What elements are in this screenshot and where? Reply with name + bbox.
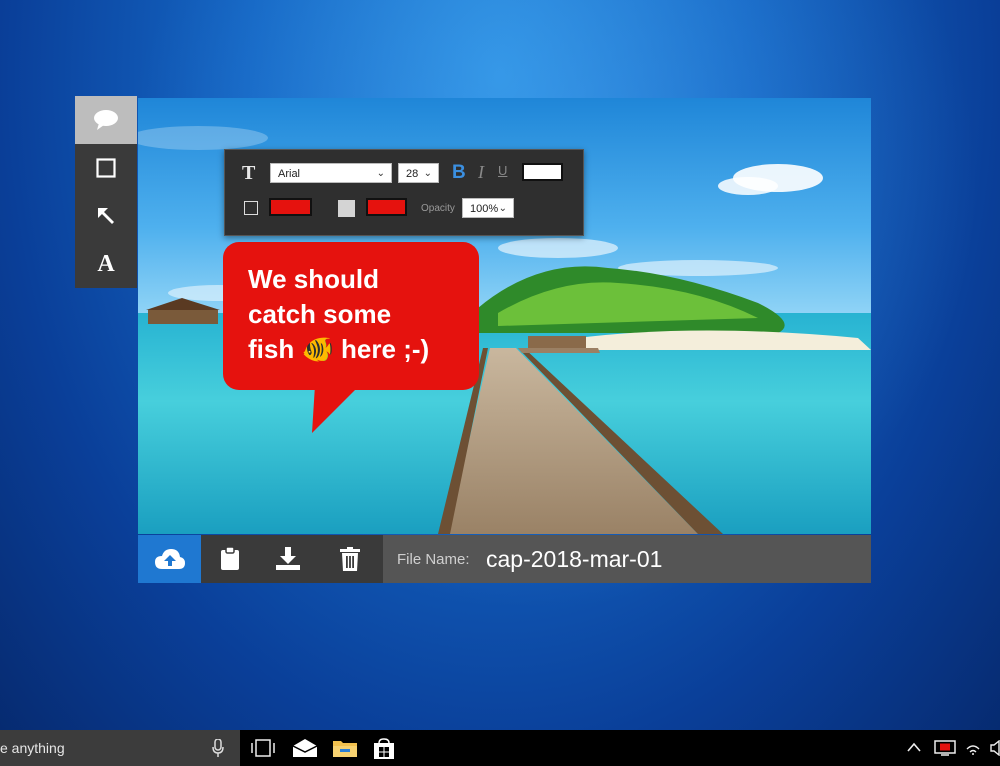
microphone-icon[interactable] [212,739,224,757]
font-family-select[interactable]: Arial ⌄ [270,163,392,183]
upload-button[interactable] [138,535,201,583]
chevron-down-icon: ⌄ [376,168,385,179]
search-placeholder: e anything [0,740,65,756]
border-color-swatch[interactable] [269,198,312,216]
text-style-icon: T [242,162,256,184]
speech-bubble-tool[interactable] [75,96,137,144]
clipboard-icon [221,547,239,570]
text-format-toolbar: T Arial ⌄ 28 ⌄ B I U Opacity 100% ⌄ [224,149,584,236]
arrow-tool[interactable] [75,192,137,240]
file-name-input[interactable]: cap-2018-mar-01 [486,546,662,573]
text-tool[interactable]: A [75,240,137,288]
underline-button[interactable]: U [498,163,507,178]
download-button[interactable] [259,535,317,583]
chevron-up-icon[interactable] [907,742,921,752]
screen-capture-tray-icon[interactable] [934,740,956,756]
taskbar-search-box[interactable]: e anything [0,730,240,766]
bold-button[interactable]: B [452,162,466,184]
rectangle-tool[interactable] [75,144,137,192]
font-size-select[interactable]: 28 ⌄ [398,163,439,183]
italic-button[interactable]: I [478,162,484,183]
bubble-text[interactable]: We should catch some fish 🐠 here ;-) [248,262,459,367]
bubble-tail [312,385,360,433]
file-name-label: File Name: [397,551,470,568]
opacity-label: Opacity [421,203,455,214]
download-icon [276,547,300,570]
annotation-tools: A [75,96,137,288]
rectangle-icon [96,158,116,178]
fill-style-icon [338,200,355,217]
chevron-down-icon: ⌄ [498,203,507,214]
speech-bubble-annotation[interactable]: We should catch some fish 🐠 here ;-) [223,242,479,390]
taskbar: e anything [0,730,1000,766]
trash-icon [340,547,360,571]
file-explorer-icon[interactable] [332,738,358,758]
chevron-down-icon: ⌄ [423,168,432,179]
task-view-icon[interactable] [250,738,276,758]
store-icon[interactable] [372,738,396,760]
arrow-icon [98,208,114,224]
text-tool-icon: A [97,250,115,277]
font-family-value: Arial [278,168,301,180]
mail-icon[interactable] [292,738,318,758]
network-icon[interactable] [966,741,980,755]
border-style-icon [244,201,258,215]
opacity-select[interactable]: 100% ⌄ [462,198,514,218]
font-size-value: 28 [406,168,419,180]
speech-bubble-icon [94,110,118,130]
fill-color-swatch[interactable] [366,198,407,216]
delete-button[interactable] [317,535,383,583]
capture-action-bar: File Name: cap-2018-mar-01 [138,535,871,583]
opacity-value: 100% [470,203,499,215]
text-color-swatch[interactable] [522,163,563,181]
cloud-upload-icon [154,549,185,569]
volume-icon[interactable] [990,740,1000,756]
copy-clipboard-button[interactable] [201,535,259,583]
